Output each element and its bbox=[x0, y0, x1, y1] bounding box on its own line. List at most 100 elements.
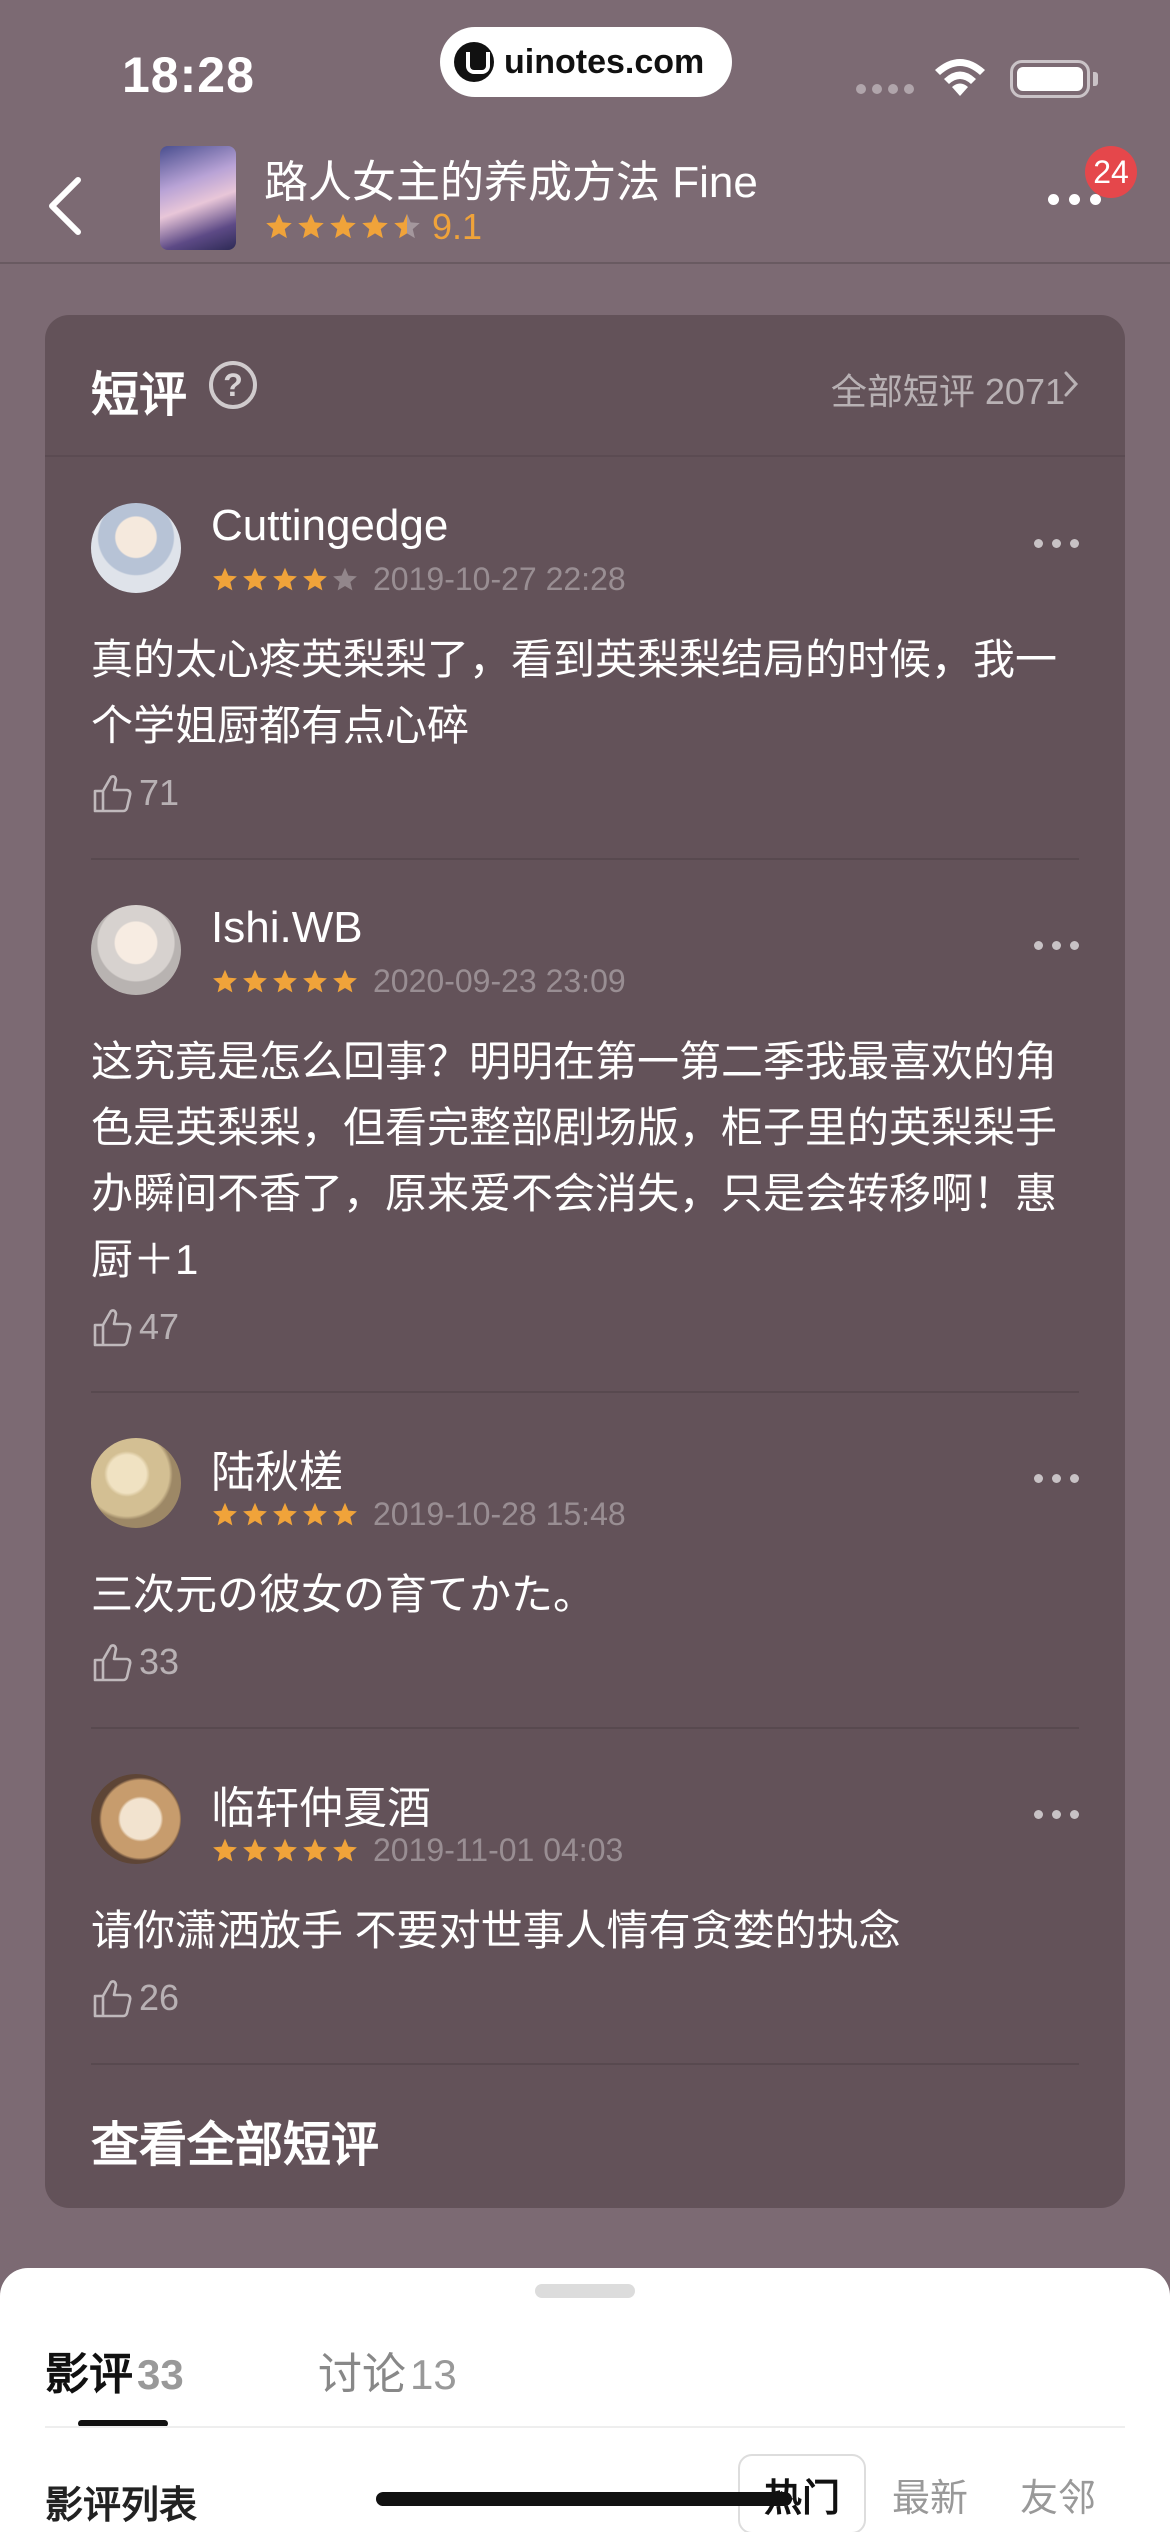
more-options-icon[interactable] bbox=[1034, 941, 1079, 950]
like-button[interactable]: 71 bbox=[91, 771, 179, 815]
thumbs-up-icon bbox=[93, 775, 132, 813]
review-divider bbox=[91, 1391, 1079, 1393]
all-short-reviews-link[interactable]: 全部短评 2071 bbox=[831, 363, 1065, 415]
tab-discussions-count: 13 bbox=[410, 2351, 457, 2398]
short-reviews-card: 短评 ? 全部短评 2071 Cuttingedge 2019-10-27 22… bbox=[45, 315, 1125, 2208]
sheet-divider bbox=[45, 2426, 1125, 2428]
thumbs-up-icon bbox=[93, 1644, 132, 1682]
view-all-short-reviews-button[interactable]: 查看全部短评 bbox=[91, 2105, 379, 2175]
review-divider bbox=[91, 2063, 1079, 2065]
tab-reviews[interactable]: 影评33 bbox=[45, 2338, 184, 2402]
more-options-icon[interactable] bbox=[1034, 1810, 1079, 1819]
tab-reviews-count: 33 bbox=[137, 2351, 184, 2398]
avatar[interactable] bbox=[91, 503, 181, 593]
nav-rating: 9.1 bbox=[264, 206, 482, 248]
home-indicator[interactable] bbox=[376, 2492, 792, 2506]
review-text: 这究竟是怎么回事？明明在第一第二季我最喜欢的角色是英梨梨，但看完整部剧场版，柜子… bbox=[91, 1038, 1058, 1283]
status-bar: 18:28 uinotes.com bbox=[0, 0, 1170, 140]
sheet-grabber[interactable] bbox=[535, 2284, 635, 2298]
star-icon bbox=[298, 213, 324, 239]
review-meta: 2020-09-23 23:09 bbox=[211, 963, 626, 1000]
star-icon bbox=[333, 567, 357, 590]
star-icon bbox=[333, 1838, 357, 1861]
like-button[interactable]: 26 bbox=[91, 1976, 179, 2020]
star-icon bbox=[266, 213, 292, 239]
star-icon bbox=[303, 969, 327, 992]
review-stars bbox=[211, 1501, 359, 1529]
like-button[interactable]: 33 bbox=[91, 1640, 179, 1684]
reviewer-name[interactable]: Cuttingedge bbox=[211, 501, 448, 551]
like-count: 47 bbox=[139, 1306, 180, 1347]
like-count: 33 bbox=[139, 1641, 180, 1682]
review-date: 2019-11-01 04:03 bbox=[373, 1832, 624, 1868]
review-text: 真的太心疼英梨梨了，看到英梨梨结局的时候，我一个学姐厨都有点心碎 bbox=[91, 636, 1058, 749]
review-list-label: 影评列表 bbox=[45, 2485, 198, 2527]
battery-cap bbox=[1093, 72, 1098, 86]
thumbs-up-icon bbox=[93, 1980, 132, 2018]
review-stars bbox=[211, 1837, 359, 1865]
help-icon[interactable]: ? bbox=[209, 361, 257, 409]
chevron-right-icon[interactable] bbox=[1061, 369, 1081, 399]
like-count: 26 bbox=[139, 1977, 180, 2018]
avatar[interactable] bbox=[91, 905, 181, 995]
nav-stars bbox=[264, 212, 422, 242]
reviewer-name[interactable]: 临轩仲夏酒 bbox=[211, 1772, 431, 1836]
star-icon bbox=[333, 969, 357, 992]
watermark-text: uinotes.com bbox=[504, 42, 705, 81]
watermark-pill: uinotes.com bbox=[440, 27, 732, 97]
star-icon bbox=[362, 213, 388, 239]
cellular-signal-icon bbox=[856, 84, 914, 94]
avatar[interactable] bbox=[91, 1774, 181, 1864]
review-text: 请你潇洒放手 不要对世事人情有贪婪的执念 bbox=[91, 1907, 901, 1954]
battery-icon bbox=[1010, 60, 1090, 98]
sort-option-friends[interactable]: 友邻 bbox=[994, 2454, 1122, 2532]
reviewer-name[interactable]: 陆秋槎 bbox=[211, 1436, 343, 1500]
wifi-icon bbox=[935, 59, 985, 96]
more-options-icon[interactable] bbox=[1034, 539, 1079, 548]
more-options-icon[interactable] bbox=[1048, 194, 1101, 205]
star-icon bbox=[273, 567, 297, 590]
short-reviews-title: 短评 bbox=[91, 369, 188, 422]
star-icon bbox=[213, 969, 237, 992]
star-icon bbox=[394, 213, 420, 239]
review-date: 2019-10-27 22:28 bbox=[373, 561, 626, 597]
nav-bar: 路人女主的养成方法 Fine 9.1 bbox=[0, 140, 1170, 264]
review-stars bbox=[211, 566, 359, 594]
nav-score: 9.1 bbox=[432, 206, 483, 247]
star-icon bbox=[243, 567, 267, 590]
star-icon bbox=[273, 1838, 297, 1861]
tab-discussions-label: 讨论 bbox=[318, 2350, 406, 2399]
star-icon bbox=[273, 1502, 297, 1525]
review-divider bbox=[91, 1727, 1079, 1729]
review-meta: 2019-11-01 04:03 bbox=[211, 1832, 623, 1869]
review-date: 2020-09-23 23:09 bbox=[373, 963, 626, 999]
star-icon bbox=[303, 1502, 327, 1525]
review-meta: 2019-10-28 15:48 bbox=[211, 1496, 626, 1533]
star-icon bbox=[213, 1838, 237, 1861]
star-icon bbox=[273, 969, 297, 992]
review-text: 三次元の彼女の育てかた。 bbox=[91, 1571, 596, 1618]
reviewer-name[interactable]: Ishi.WB bbox=[211, 903, 363, 953]
like-count: 71 bbox=[139, 772, 180, 813]
sort-option-latest[interactable]: 最新 bbox=[866, 2454, 994, 2532]
star-icon bbox=[243, 1838, 267, 1861]
tab-reviews-label: 影评 bbox=[45, 2350, 133, 2399]
status-time: 18:28 bbox=[122, 47, 255, 103]
review-meta: 2019-10-27 22:28 bbox=[211, 561, 626, 598]
avatar[interactable] bbox=[91, 1438, 181, 1528]
review-divider bbox=[91, 858, 1079, 860]
uinotes-logo-icon bbox=[454, 42, 494, 82]
star-icon bbox=[243, 1502, 267, 1525]
star-icon bbox=[303, 567, 327, 590]
star-icon bbox=[213, 1502, 237, 1525]
star-icon bbox=[243, 969, 267, 992]
review-date: 2019-10-28 15:48 bbox=[373, 1496, 626, 1532]
poster-thumbnail[interactable] bbox=[160, 146, 236, 250]
more-options-icon[interactable] bbox=[1034, 1474, 1079, 1483]
nav-title: 路人女主的养成方法 Fine bbox=[264, 158, 758, 207]
tab-discussions[interactable]: 讨论13 bbox=[318, 2338, 457, 2402]
star-icon bbox=[303, 1838, 327, 1861]
back-chevron-icon[interactable] bbox=[40, 170, 100, 240]
like-button[interactable]: 47 bbox=[91, 1305, 179, 1349]
star-icon bbox=[333, 1502, 357, 1525]
